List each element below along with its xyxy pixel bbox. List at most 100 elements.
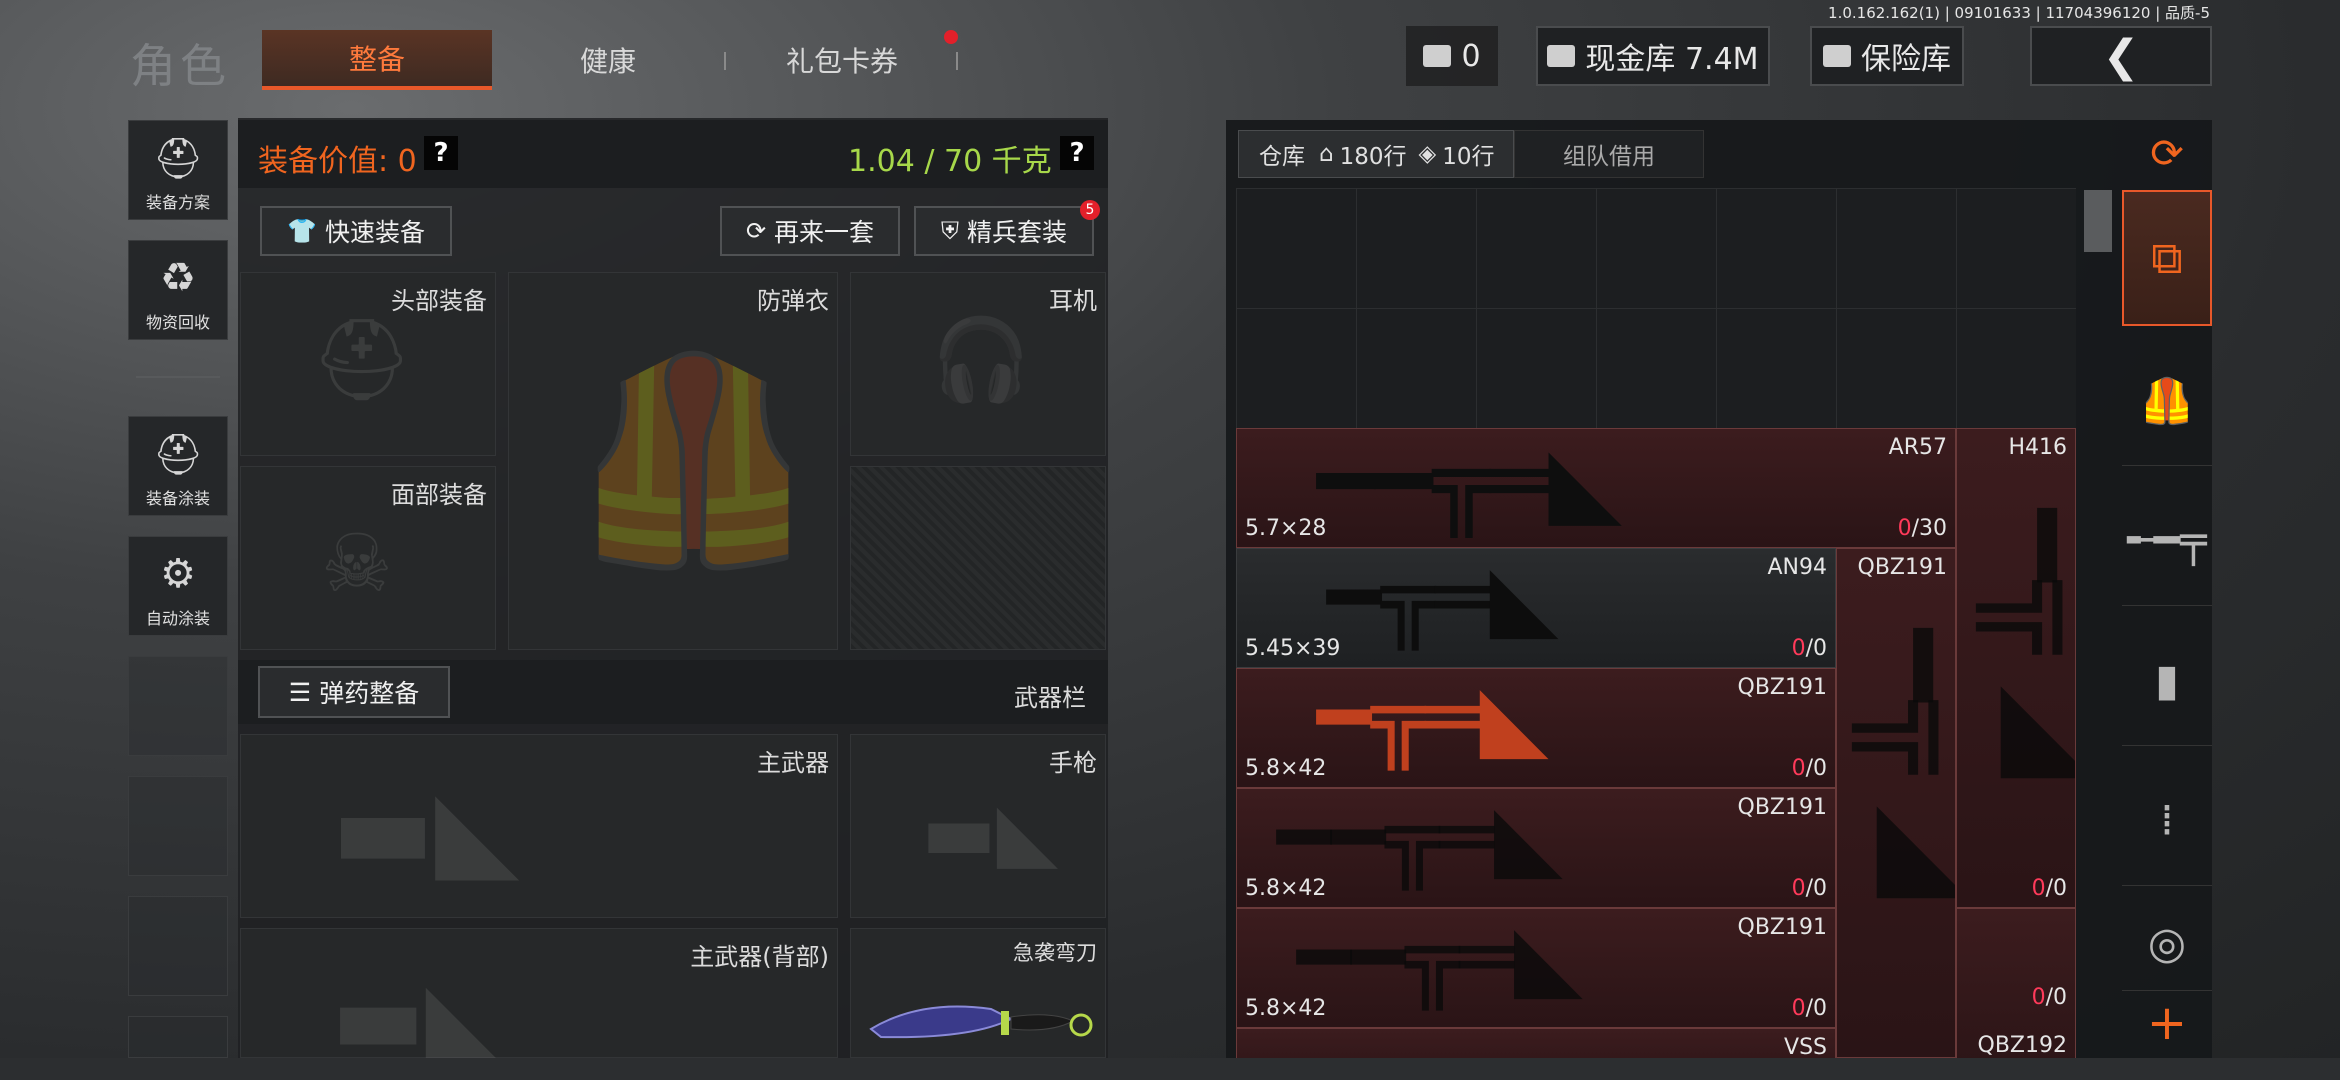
- ammo-loadout-button[interactable]: ☰ 弹药整备: [258, 666, 450, 718]
- item-name: QBZ191: [1857, 555, 1947, 580]
- item-ammo: 0/0: [2032, 876, 2067, 901]
- version-info: 1.0.162.162(1) | 09101633 | 11704396120 …: [1828, 4, 2210, 22]
- filter-weapon-button[interactable]: ╾━╤: [2122, 476, 2212, 606]
- filter-all-button[interactable]: ⧉: [2122, 190, 2212, 326]
- ammo-current: 0: [1791, 996, 1806, 1021]
- tab-storage[interactable]: 仓库 ⌂ 180行 ◈ 10行: [1238, 130, 1514, 178]
- filter-attachment-button[interactable]: ◎: [2122, 896, 2212, 990]
- carry-weight: 1.04 / 70 千克: [848, 144, 1052, 179]
- ammo-loadout-label: 弹药整备: [319, 679, 420, 708]
- tab-health[interactable]: 健康: [492, 30, 724, 90]
- ammo-max: /0: [1805, 996, 1827, 1021]
- cash-stash-label: 现金库 7.4M: [1585, 42, 1759, 77]
- stash-item[interactable]: ━╦◣ QBZ191: [1836, 548, 1956, 1058]
- pistol-slot[interactable]: 手枪 ▬◣: [850, 734, 1106, 918]
- rail-empty-slot: [128, 896, 228, 996]
- bottom-strip: [0, 1058, 2340, 1080]
- stash-item[interactable]: ━╦◣ H416 0/0: [1956, 428, 2076, 908]
- ammo-max: /0: [1805, 876, 1827, 901]
- weight-help-icon[interactable]: ?: [1060, 136, 1094, 170]
- primary-weapon-slot[interactable]: 主武器 ▬◣: [240, 734, 838, 918]
- stash-item[interactable]: ━╦═◣ QBZ191 5.8×42 0/0: [1236, 668, 1836, 788]
- tab-team-borrow[interactable]: 组队借用: [1514, 130, 1704, 178]
- weapon-bar-label: 武器栏: [1014, 684, 1086, 712]
- head-slot[interactable]: 头部装备 ⛑: [240, 272, 496, 456]
- value-help-icon[interactable]: ?: [424, 136, 458, 170]
- scope-icon: ◎: [2147, 917, 2187, 969]
- slot-label: 主武器(背部): [690, 943, 829, 971]
- stash-item[interactable]: ━━╦═◣ AR57 5.7×28 0/30: [1236, 428, 1956, 548]
- rifle-icon: ╾━╤: [2127, 515, 2207, 566]
- filter-armor-button[interactable]: 🦺: [2122, 336, 2212, 466]
- pistol-icon: ▬◣: [921, 785, 1059, 878]
- storage-rows-secondary: 10行: [1442, 144, 1495, 170]
- ammo-max: /0: [2045, 876, 2067, 901]
- slot-label: 手枪: [1049, 749, 1097, 777]
- stash-item[interactable]: ━╦═◣ AN94 5.45×39 0/0: [1236, 548, 1836, 668]
- filter-magazine-button[interactable]: ▮: [2122, 616, 2212, 746]
- primary-back-slot[interactable]: 主武器(背部) ▬◣: [240, 928, 838, 1076]
- stash-item[interactable]: ━━╦═◣ QBZ191 5.8×42 0/0: [1236, 908, 1836, 1028]
- rifle-icon: ▬◣: [331, 765, 520, 893]
- item-caliber: 5.45×39: [1245, 636, 1341, 661]
- headset-slot[interactable]: 耳机 🎧: [850, 272, 1106, 456]
- item-caliber: 5.7×28: [1245, 516, 1327, 541]
- tag-icon: ◈: [1418, 141, 1437, 167]
- back-button[interactable]: ❮: [2030, 26, 2212, 86]
- cash-stash-icon: [1547, 45, 1576, 67]
- home-icon: ⌂: [1319, 141, 1334, 167]
- item-name: VSS: [1784, 1035, 1827, 1058]
- filter-ammo-button[interactable]: ⁞: [2122, 756, 2212, 886]
- item-caliber: 5.8×42: [1245, 756, 1327, 781]
- rail-label: 物资回收: [145, 313, 210, 332]
- equipment-skin-button[interactable]: ⛑ 装备涂装: [128, 416, 228, 516]
- stash-scrollbar[interactable]: [2084, 190, 2112, 252]
- safe-box-button[interactable]: 保险库: [1810, 26, 1964, 86]
- ammo-max: /0: [1805, 756, 1827, 781]
- ammo-icon: ☰: [288, 677, 312, 707]
- auto-skin-button[interactable]: ⚙ 自动涂装: [128, 536, 228, 636]
- storage-label: 仓库: [1259, 144, 1305, 170]
- stash-item[interactable]: 0/0 QBZ192: [1956, 908, 2076, 1058]
- bullet-icon: ⁞: [2160, 795, 2174, 846]
- armor-slot[interactable]: 防弹衣 🦺: [508, 272, 838, 650]
- skin-icon: ⛑: [152, 431, 204, 478]
- shirt-icon: 👕: [287, 217, 317, 245]
- tab-gift-coupons[interactable]: 礼包卡券: [724, 30, 960, 90]
- rail-empty-slot: [128, 656, 228, 756]
- loadout-plan-button[interactable]: ⛑ 装备方案: [128, 120, 228, 220]
- tab-equipment[interactable]: 整备: [262, 30, 492, 90]
- rifle-icon: ━━╦═◣: [1317, 428, 1623, 537]
- ammo-max: /0: [1805, 636, 1827, 661]
- face-slot[interactable]: 面部装备 ☠: [240, 466, 496, 650]
- item-name: QBZ192: [1977, 1033, 2067, 1058]
- add-button[interactable]: +: [2122, 990, 2212, 1054]
- repeat-loadout-label: 再来一套: [774, 218, 875, 247]
- item-name: QBZ191: [1737, 675, 1827, 700]
- locked-slot: [850, 466, 1106, 650]
- elite-kit-button[interactable]: ⛨ 精兵套装: [914, 206, 1094, 256]
- ammo-current: 0: [1791, 876, 1806, 901]
- stash-grid[interactable]: ━━╦═◣ AR57 5.7×28 0/30 ━╦◣ H416 0/0 ━╦═◣…: [1236, 188, 2076, 1058]
- sort-stack-icon[interactable]: ⟳: [2122, 122, 2212, 186]
- ammo-current: 0: [2031, 985, 2046, 1010]
- slot-label: 耳机: [1049, 287, 1097, 315]
- slot-label: 面部装备: [391, 481, 487, 509]
- vest-icon: 🦺: [2139, 375, 2195, 427]
- stash-item[interactable]: VSS: [1236, 1028, 1836, 1058]
- ammo-max: /0: [2045, 985, 2067, 1010]
- recycle-icon: ♻: [160, 255, 196, 301]
- cash-stash-button[interactable]: 现金库 7.4M: [1536, 26, 1770, 86]
- recycle-button[interactable]: ♻ 物资回收: [128, 240, 228, 340]
- cash-balance: 0: [1406, 26, 1498, 86]
- ammo-current: 0: [1897, 516, 1912, 541]
- item-ammo: 0/0: [1792, 996, 1827, 1021]
- slot-label: 主武器: [757, 749, 829, 777]
- repeat-loadout-button[interactable]: ⟳ 再来一套: [720, 206, 900, 256]
- melee-slot[interactable]: 急袭弯刀: [850, 928, 1106, 1058]
- item-name: QBZ191: [1737, 795, 1827, 820]
- stash-item[interactable]: ━━╦═◣ QBZ191 5.8×42 0/0: [1236, 788, 1836, 908]
- headset-icon: 🎧: [931, 313, 1031, 406]
- safe-icon: [1823, 45, 1851, 67]
- quick-equip-button[interactable]: 👕 快速装备: [260, 206, 452, 256]
